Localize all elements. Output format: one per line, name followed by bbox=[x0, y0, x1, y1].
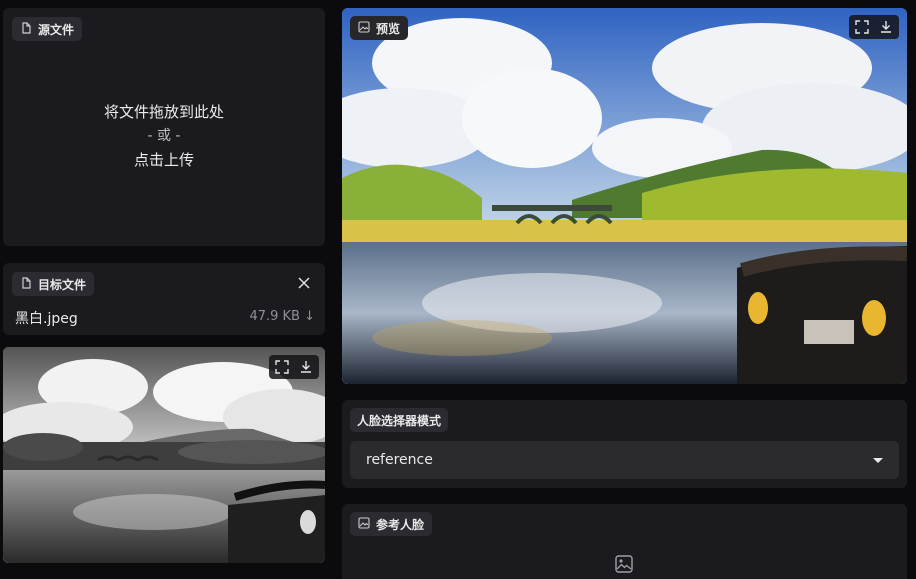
upload-link[interactable]: 点击上传 bbox=[3, 148, 325, 172]
face-selector-label-chip: 人脸选择器模式 bbox=[350, 408, 449, 432]
preview-label-chip: 预览 bbox=[350, 16, 409, 40]
target-photo bbox=[3, 347, 325, 563]
preview-photo bbox=[342, 8, 907, 384]
face-selector-panel: 人脸选择器模式 reference bbox=[342, 400, 907, 488]
target-file-size[interactable]: 47.9 KB ↓ bbox=[249, 309, 315, 324]
face-selector-value: reference bbox=[366, 452, 433, 468]
target-file-label-chip: 目标文件 bbox=[12, 272, 95, 296]
reference-face-label-chip: 参考人脸 bbox=[350, 512, 433, 536]
source-file-label-chip: 源文件 bbox=[12, 17, 83, 41]
image-icon bbox=[358, 516, 370, 532]
reference-face-label: 参考人脸 bbox=[376, 517, 425, 532]
image-placeholder-icon bbox=[614, 554, 634, 574]
face-selector-dropdown[interactable]: reference bbox=[350, 441, 899, 479]
file-icon bbox=[20, 21, 32, 37]
drop-text: 将文件拖放到此处 bbox=[103, 103, 224, 121]
face-selector-label: 人脸选择器模式 bbox=[357, 413, 442, 428]
or-text: - 或 - bbox=[147, 128, 181, 144]
fullscreen-icon[interactable] bbox=[271, 356, 293, 378]
download-icon[interactable] bbox=[875, 16, 897, 38]
upload-dropzone[interactable]: 将文件拖放到此处 - 或 - 点击上传 bbox=[3, 100, 325, 172]
target-file-name[interactable]: 黑白.jpeg bbox=[15, 308, 78, 328]
reference-face-panel[interactable]: 参考人脸 bbox=[342, 504, 907, 579]
preview-toolbar bbox=[849, 15, 899, 39]
preview-panel: 预览 bbox=[342, 8, 907, 384]
target-image bbox=[3, 347, 325, 563]
preview-label: 预览 bbox=[376, 21, 401, 36]
source-file-panel[interactable]: 源文件 将文件拖放到此处 - 或 - 点击上传 bbox=[3, 8, 325, 246]
close-icon[interactable] bbox=[293, 272, 315, 294]
target-file-label: 目标文件 bbox=[38, 277, 87, 292]
chevron-down-icon[interactable] bbox=[873, 457, 883, 463]
fullscreen-icon[interactable] bbox=[851, 16, 873, 38]
source-file-label: 源文件 bbox=[38, 22, 75, 37]
target-file-panel: 目标文件 黑白.jpeg 47.9 KB ↓ bbox=[3, 263, 325, 335]
download-icon[interactable] bbox=[295, 356, 317, 378]
file-icon bbox=[20, 276, 32, 292]
image-icon bbox=[358, 20, 370, 36]
target-image-toolbar bbox=[269, 355, 319, 379]
